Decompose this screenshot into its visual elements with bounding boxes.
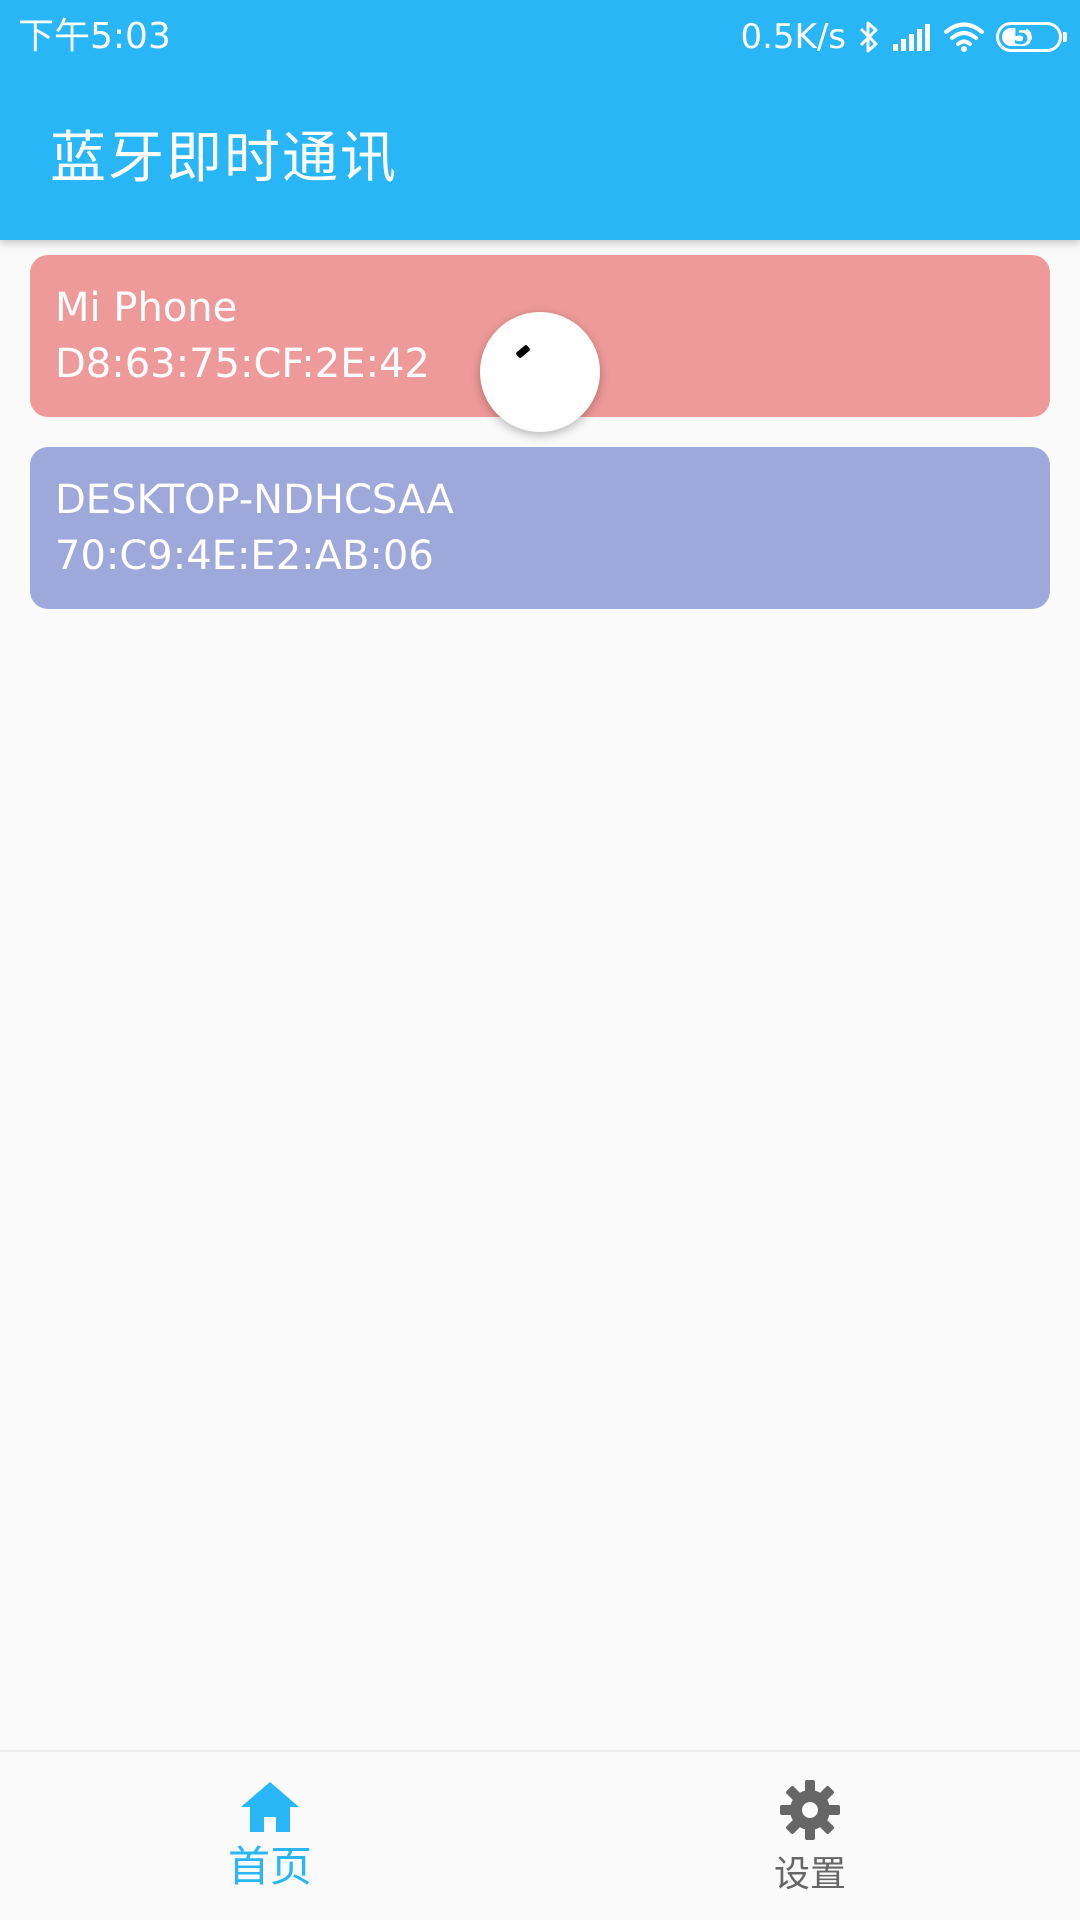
- network-speed: 0.5K/s: [740, 17, 846, 57]
- battery-icon: 55: [996, 22, 1067, 52]
- device-card[interactable]: DESKTOP-NDHCSAA 70:C9:4E:E2:AB:06: [30, 447, 1050, 609]
- nav-label-home: 首页: [227, 1842, 312, 1891]
- home-icon: [241, 1782, 299, 1832]
- nav-item-settings[interactable]: 设置: [540, 1752, 1080, 1920]
- battery-level: 55: [1012, 24, 1045, 50]
- status-bar: 下午5:03 0.5K/s 55: [0, 0, 1080, 75]
- device-name: DESKTOP-NDHCSAA: [55, 477, 454, 523]
- loading-spinner: [480, 312, 600, 432]
- status-icons: 0.5K/s 55: [740, 14, 1067, 60]
- cell-signal-icon: [893, 24, 930, 51]
- app-header: 下午5:03 0.5K/s 55 蓝牙即时通讯: [0, 0, 1080, 240]
- nav-label-settings: 设置: [773, 1854, 846, 1895]
- device-list: Mi Phone D8:63:75:CF:2E:42 DESKTOP-NDHCS…: [0, 240, 1080, 1750]
- page-title: 蓝牙即时通讯: [50, 126, 398, 191]
- device-address: 70:C9:4E:E2:AB:06: [55, 533, 434, 579]
- bluetooth-icon: [859, 21, 878, 53]
- status-time: 下午5:03: [18, 16, 171, 57]
- wifi-icon: [944, 22, 984, 52]
- nav-item-home[interactable]: 首页: [0, 1752, 540, 1920]
- device-address: D8:63:75:CF:2E:42: [55, 341, 430, 387]
- device-name: Mi Phone: [55, 285, 238, 331]
- spinner-indicator: [515, 344, 531, 359]
- gear-icon: [780, 1780, 840, 1840]
- bottom-navigation: 首页 设置: [0, 1750, 1080, 1920]
- battery-tip: [1063, 32, 1067, 42]
